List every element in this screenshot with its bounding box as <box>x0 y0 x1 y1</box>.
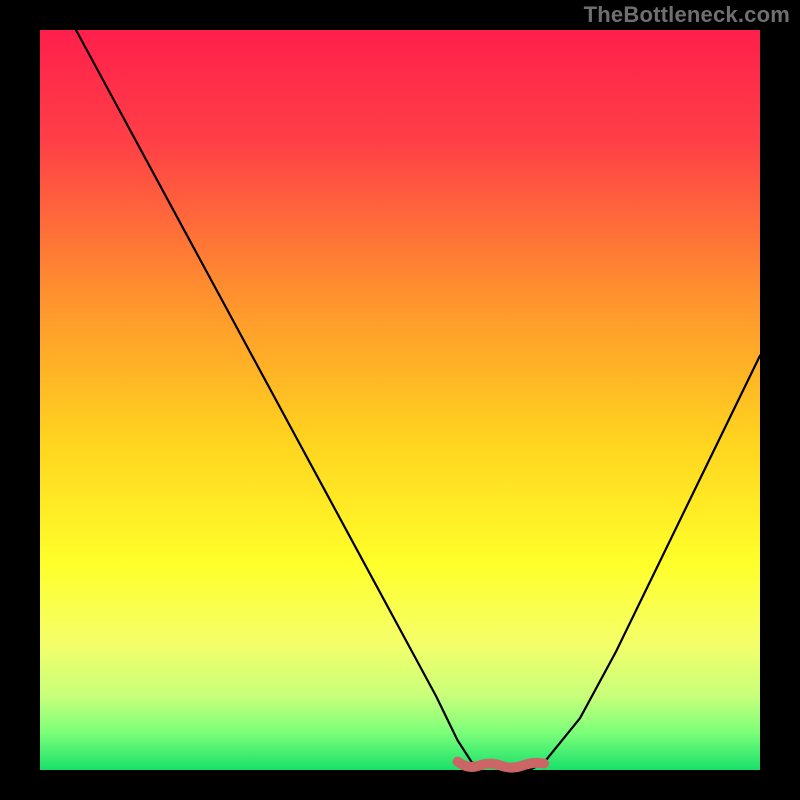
plot-area <box>40 30 760 770</box>
chart-stage: TheBottleneck.com <box>0 0 800 800</box>
chart-svg <box>0 0 800 800</box>
watermark-label: TheBottleneck.com <box>584 2 790 28</box>
valley-marker <box>458 762 544 768</box>
